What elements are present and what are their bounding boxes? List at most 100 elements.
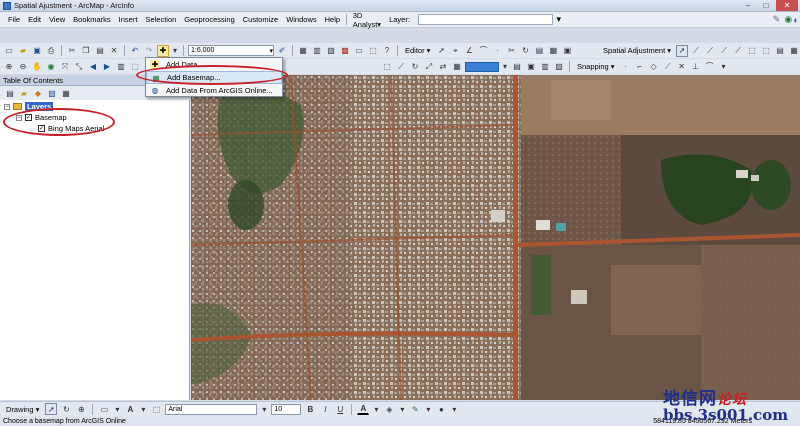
model-builder-icon[interactable]: ⬚: [367, 45, 379, 57]
font-color-dropdown-icon[interactable]: ▾: [372, 403, 380, 415]
sketch-properties-icon[interactable]: ▦: [547, 45, 559, 57]
edge-snapping-icon[interactable]: ⟋: [662, 61, 674, 73]
menu-edit[interactable]: Edit: [24, 15, 45, 24]
link-icon[interactable]: ⟋: [395, 61, 407, 73]
snap-options-icon[interactable]: ▾: [718, 61, 730, 73]
save-icon[interactable]: ▣: [31, 45, 43, 57]
fixed-zoom-in-icon[interactable]: ⤧: [59, 61, 71, 73]
italic-button[interactable]: I: [319, 403, 331, 415]
attributes-icon[interactable]: ▤: [533, 45, 545, 57]
create-features-icon[interactable]: ▣: [561, 45, 573, 57]
close-button[interactable]: ✕: [776, 0, 798, 11]
rotate-tool-icon[interactable]: ↻: [409, 61, 421, 73]
menu-selection[interactable]: Selection: [141, 15, 180, 24]
scale-tool-icon[interactable]: ⤢: [423, 61, 435, 73]
fill-dropdown-icon[interactable]: ▾: [501, 61, 509, 73]
rotate-icon[interactable]: ↻: [519, 45, 531, 57]
menu-view[interactable]: View: [45, 15, 69, 24]
map-scale-field[interactable]: 1:6,000 ▾: [188, 45, 274, 56]
python-window-icon[interactable]: ▭: [353, 45, 365, 57]
menu-windows[interactable]: Windows: [282, 15, 320, 24]
grid-icon[interactable]: ▦: [451, 61, 463, 73]
layer-select[interactable]: [417, 14, 553, 25]
new-limited-adjustment-area-icon[interactable]: ⬚: [746, 45, 758, 57]
arctoolbox-icon[interactable]: ▩: [339, 45, 351, 57]
sketch-tool-icon[interactable]: ✎: [773, 14, 781, 26]
back-extent-icon[interactable]: ◀: [87, 61, 99, 73]
list-by-visibility-icon[interactable]: ◆: [32, 87, 44, 99]
view-link-table-icon[interactable]: ▤: [774, 45, 786, 57]
editor-toolbar-icon[interactable]: ✐: [276, 45, 288, 57]
go-to-xy-icon[interactable]: ▥: [115, 61, 127, 73]
modify-link-icon[interactable]: ⟋: [704, 45, 716, 57]
graph-icon[interactable]: ▧: [553, 61, 565, 73]
cut-icon[interactable]: ✂: [66, 45, 78, 57]
new-displacement-link-icon[interactable]: ⟋: [690, 45, 702, 57]
menu-bookmarks[interactable]: Bookmarks: [69, 15, 115, 24]
help-pointer-icon[interactable]: ◐: [792, 14, 800, 26]
font-name-dropdown-icon[interactable]: ▾: [260, 403, 268, 415]
maximize-button[interactable]: □: [758, 0, 774, 11]
editor-dropdown[interactable]: Editor ▾: [402, 46, 433, 55]
select-elements-icon[interactable]: ➚: [676, 44, 688, 57]
select-elements-icon[interactable]: ➚: [45, 403, 58, 415]
print-icon[interactable]: ⎙: [45, 45, 57, 57]
underline-button[interactable]: U: [334, 403, 346, 415]
zoom-in-icon[interactable]: ⊕: [3, 61, 15, 73]
layout-icon[interactable]: ▣: [525, 61, 537, 73]
font-color-button[interactable]: A: [357, 403, 370, 415]
intersection-snapping-icon[interactable]: ✕: [676, 61, 688, 73]
point-icon[interactable]: ·: [491, 45, 503, 57]
new-identity-link-icon[interactable]: ⟋: [732, 45, 744, 57]
text-tool-icon[interactable]: A: [124, 403, 136, 415]
list-by-source-icon[interactable]: ▰: [18, 87, 30, 99]
rectangle-dropdown-icon[interactable]: ▾: [113, 403, 121, 415]
list-by-selection-icon[interactable]: ▧: [46, 87, 58, 99]
rotate-element-icon[interactable]: ↻: [60, 403, 72, 415]
menu-file[interactable]: File: [4, 15, 24, 24]
tangent-snapping-icon[interactable]: ⌒: [704, 61, 716, 73]
fill-color-icon[interactable]: ◈: [383, 403, 395, 415]
minimize-button[interactable]: –: [740, 0, 756, 11]
straight-segment-icon[interactable]: ∠: [463, 45, 475, 57]
trace-icon[interactable]: ⌒: [477, 45, 489, 57]
line-color-dropdown-icon[interactable]: ▾: [424, 403, 432, 415]
menu-item-add-data-arcgis-online[interactable]: ◍ Add Data From ArcGIS Online...: [146, 84, 282, 97]
vertex-snapping-icon[interactable]: ◇: [648, 61, 660, 73]
catalog-window-icon[interactable]: ▥: [311, 45, 323, 57]
add-data-button[interactable]: ✚: [157, 44, 169, 57]
report-icon[interactable]: ▥: [539, 61, 551, 73]
marker-color-icon[interactable]: ●: [435, 403, 447, 415]
edit-vertices-icon[interactable]: ⬚: [150, 403, 162, 415]
menu-customize[interactable]: Customize: [239, 15, 282, 24]
redo-icon[interactable]: ↷: [143, 45, 155, 57]
fill-color-dropdown-icon[interactable]: ▾: [398, 403, 406, 415]
open-folder-icon[interactable]: ▰: [17, 45, 29, 57]
edit-tool-icon[interactable]: ➚: [435, 45, 447, 57]
menu-geoprocessing[interactable]: Geoprocessing: [180, 15, 238, 24]
forward-extent-icon[interactable]: ▶: [101, 61, 113, 73]
undo-icon[interactable]: ↶: [129, 45, 141, 57]
toc-window-icon[interactable]: ▦: [297, 45, 309, 57]
marker-color-dropdown-icon[interactable]: ▾: [450, 403, 458, 415]
shift-tool-icon[interactable]: ⇄: [437, 61, 449, 73]
split-icon[interactable]: ✂: [505, 45, 517, 57]
fill-color-swatch[interactable]: [465, 61, 499, 72]
table-icon[interactable]: ▤: [511, 61, 523, 73]
font-name-field[interactable]: Arial: [165, 403, 258, 415]
rectangle-icon[interactable]: ▭: [98, 403, 110, 415]
end-snapping-icon[interactable]: ⌐: [634, 61, 646, 73]
edit-annotation-icon[interactable]: ⌖: [449, 45, 461, 57]
full-extent-icon[interactable]: ◉: [45, 61, 57, 73]
attribute-transfer-icon[interactable]: ▦: [788, 45, 800, 57]
new-document-icon[interactable]: ▭: [3, 45, 15, 57]
analyst-3d-dropdown[interactable]: 3D Analyst▾: [349, 11, 385, 29]
add-data-dropdown-icon[interactable]: ▾: [171, 45, 179, 57]
search-window-icon[interactable]: ▧: [325, 45, 337, 57]
toc-options-icon[interactable]: ▦: [60, 87, 72, 99]
paste-icon[interactable]: ▤: [94, 45, 106, 57]
line-color-icon[interactable]: ✎: [409, 403, 421, 415]
zoom-out-icon[interactable]: ⊖: [17, 61, 29, 73]
fixed-zoom-out-icon[interactable]: ⤡: [73, 61, 85, 73]
expand-toggle-icon[interactable]: −: [4, 103, 10, 110]
